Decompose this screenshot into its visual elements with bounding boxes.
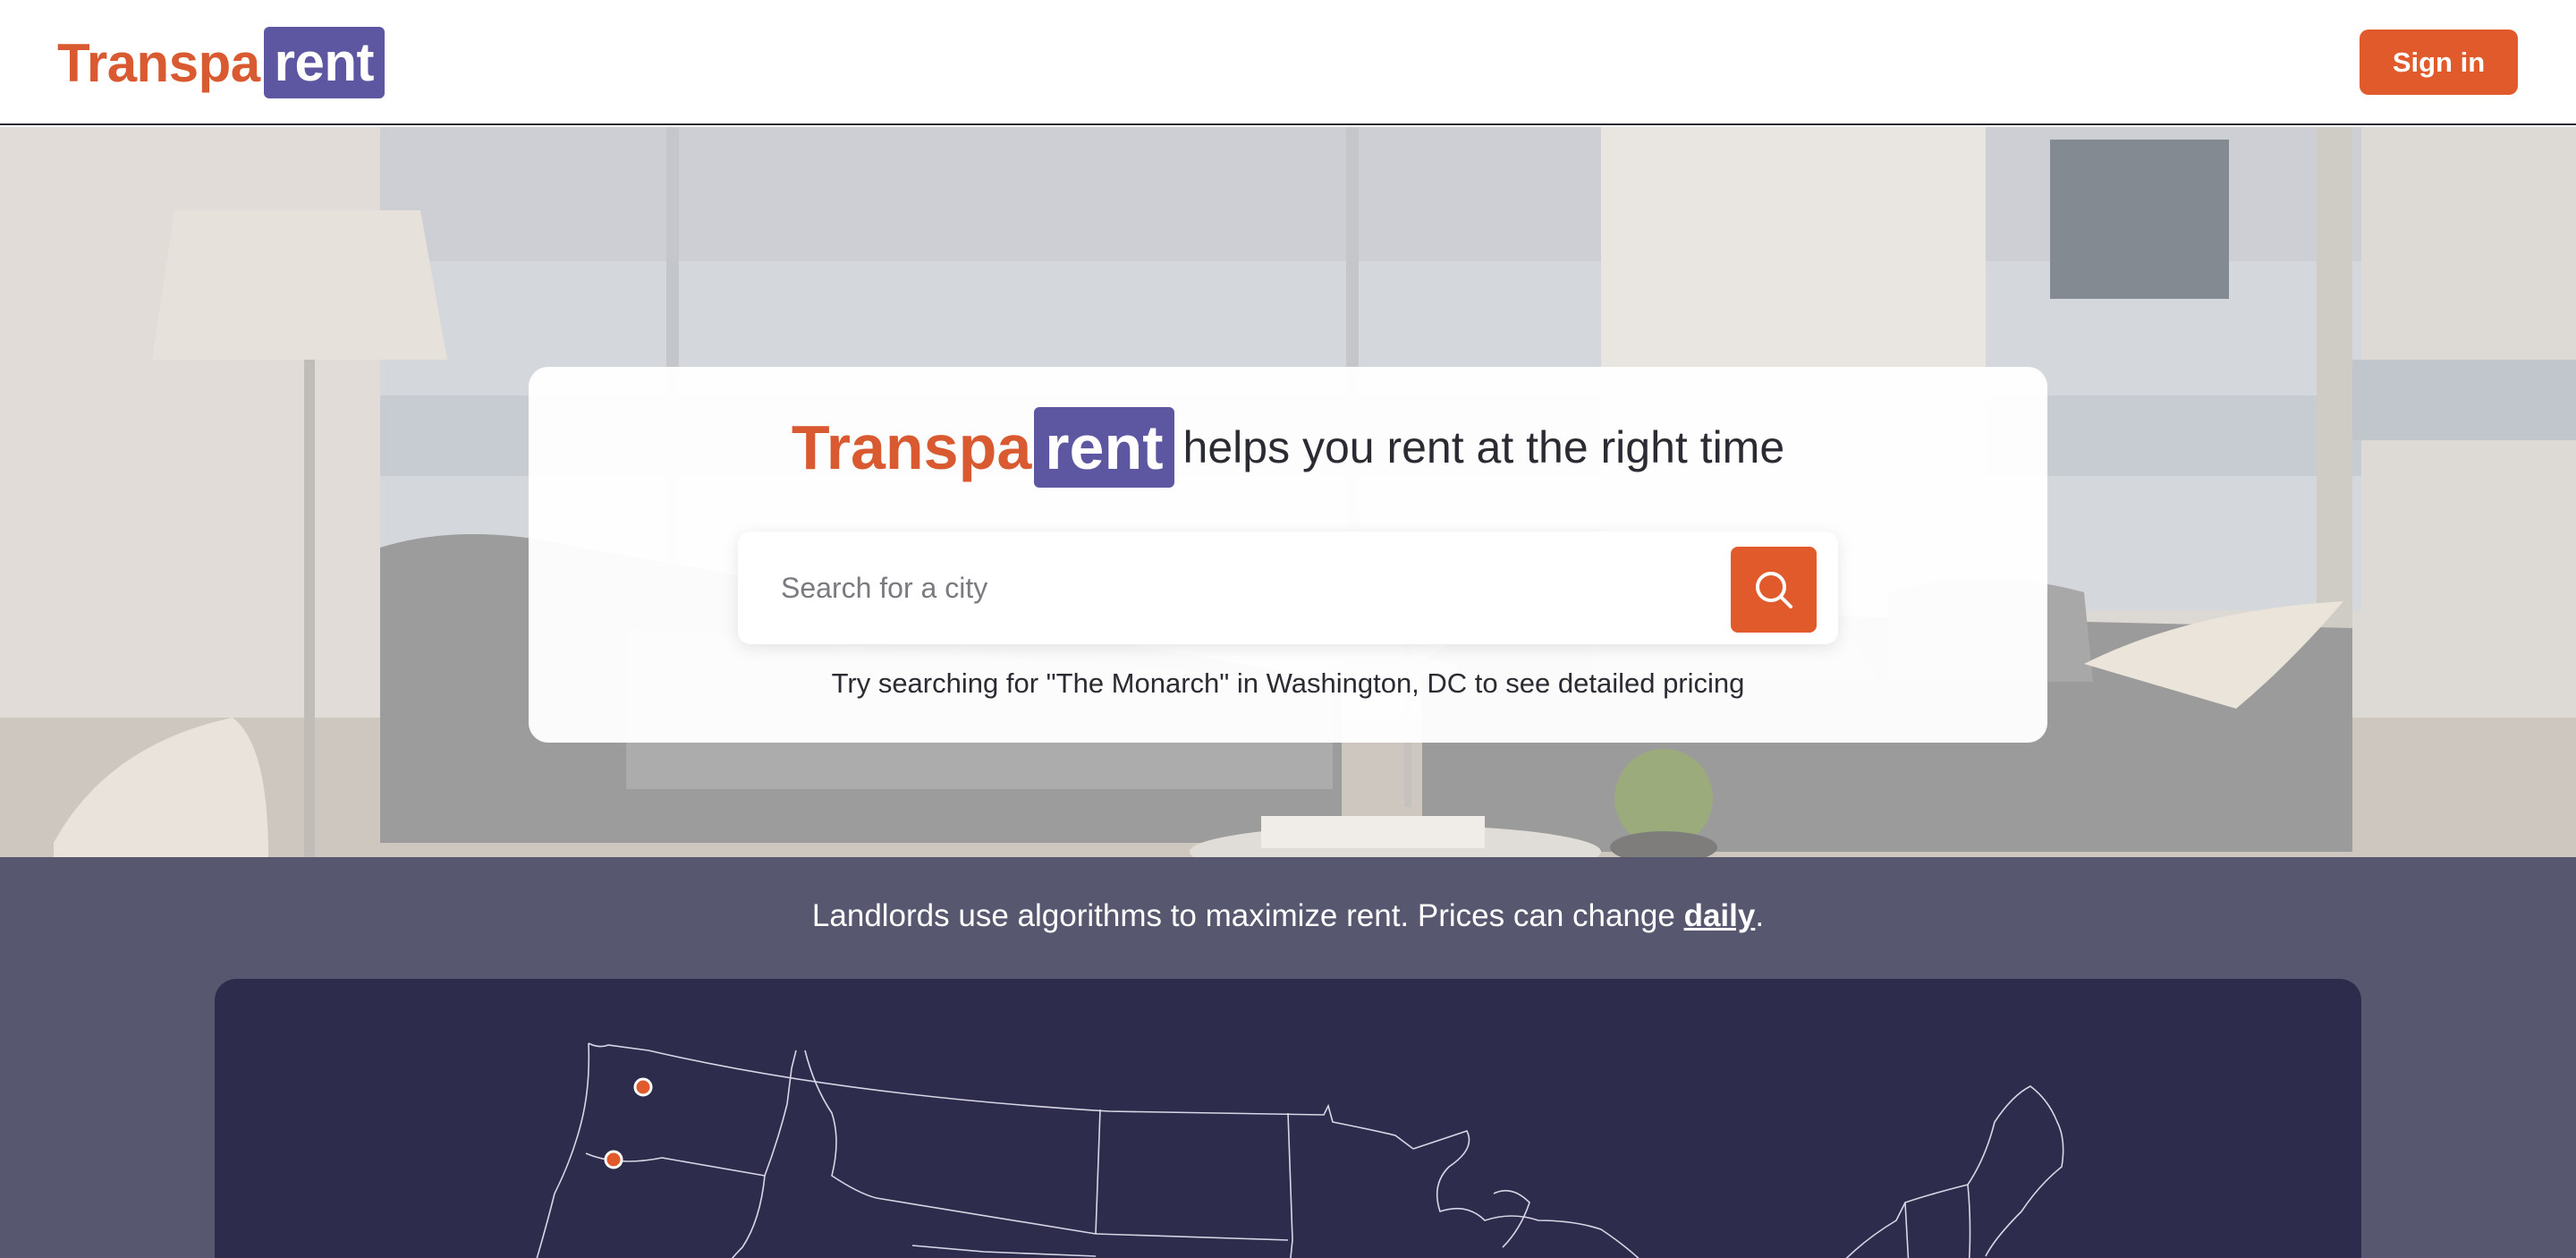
hero-brand-part2: rent — [1034, 407, 1174, 488]
map-id-east-border — [804, 1050, 877, 1199]
map-great-lakes — [1412, 1130, 1640, 1258]
map-mt-east-border — [1095, 1109, 1101, 1235]
city-search-box — [738, 531, 1838, 644]
map-marker-icon — [633, 1077, 653, 1097]
map-headline-text: Landlords use algorithms to maximize ren… — [811, 898, 1684, 933]
map-northern-border — [588, 1042, 1414, 1150]
hero-tagline: helps you rent at the right time — [1182, 422, 1785, 472]
hero-brand-logo: Transpa rent — [792, 407, 1174, 488]
map-nd-east-border — [1287, 1112, 1293, 1258]
sign-in-button[interactable]: Sign in — [2360, 30, 2518, 95]
hero-brand-part1: Transpa — [791, 412, 1032, 482]
map-headline-end: . — [1755, 898, 1765, 933]
map-west-coast — [536, 1042, 590, 1258]
map-wy-top — [911, 1245, 1097, 1257]
top-nav: Transpa rent Sign in — [0, 0, 2576, 125]
map-mt-south-border — [876, 1197, 1097, 1235]
us-map-card — [215, 979, 2361, 1258]
map-vt-nh-border — [1904, 1202, 1910, 1258]
brand-logo-part1: Transpa — [57, 32, 260, 93]
map-nd-sd-border — [1095, 1233, 1289, 1241]
search-button[interactable] — [1731, 547, 1817, 633]
city-search-input[interactable] — [738, 531, 1722, 644]
map-id-west-border — [764, 1050, 797, 1177]
brand-logo-part2: rent — [263, 27, 385, 98]
search-icon — [1756, 572, 1792, 608]
map-nh-me-border — [1967, 1184, 1971, 1258]
hero-title: Transpa rent helps you rent at the right… — [529, 406, 2047, 489]
map-section: Landlords use algorithms to maximize ren… — [0, 857, 2576, 1258]
map-new-england — [1845, 1085, 2064, 1258]
hero-search-card: Transpa rent helps you rent at the right… — [529, 367, 2047, 743]
map-headline: Landlords use algorithms to maximize ren… — [0, 898, 2576, 934]
map-marker-icon — [604, 1150, 623, 1169]
map-headline-emphasis: daily — [1683, 898, 1756, 933]
search-hint: Try searching for "The Monarch" in Washi… — [831, 667, 1745, 699]
hero-section: Transpa rent helps you rent at the right… — [0, 127, 2576, 857]
map-michigan — [1493, 1189, 1530, 1248]
brand-logo[interactable]: Transpa rent — [57, 27, 385, 98]
us-map — [536, 1042, 2064, 1258]
map-or-south-border — [731, 1175, 766, 1258]
